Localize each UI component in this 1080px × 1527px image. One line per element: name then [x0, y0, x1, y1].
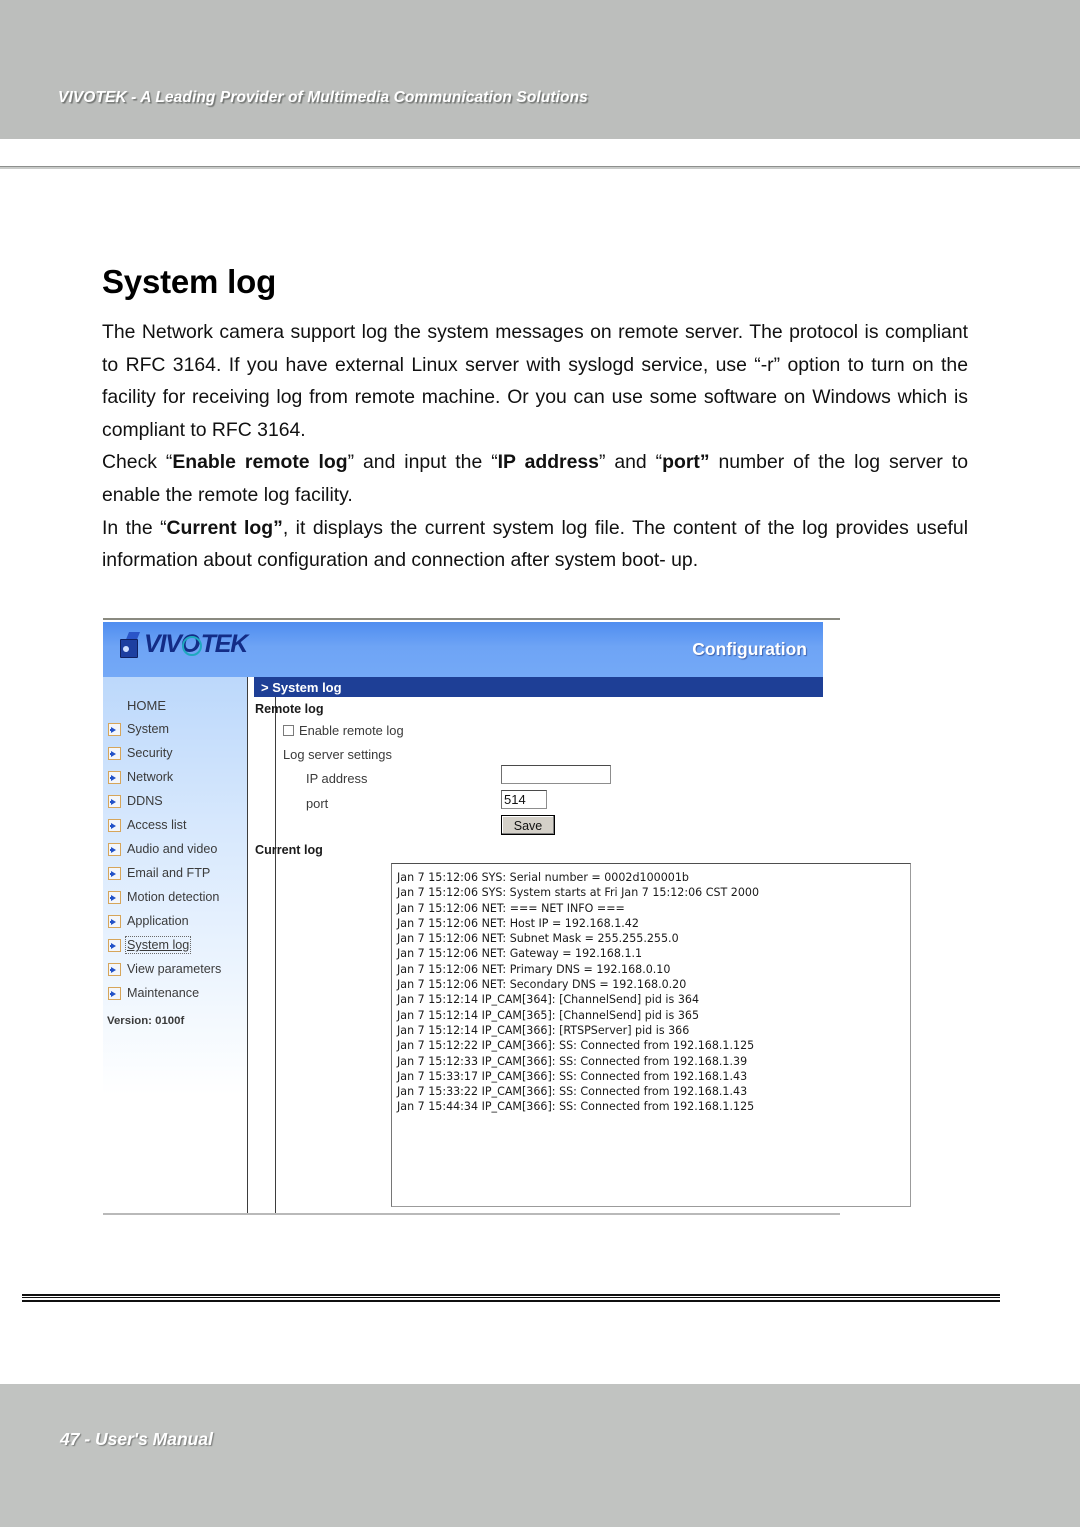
p2-text-3: ” and “: [598, 451, 663, 474]
arrow-icon: [108, 794, 121, 808]
ip-address-input[interactable]: [501, 765, 611, 784]
sidebar-item-email-and-ftp[interactable]: Email and FTP: [103, 861, 248, 885]
body-copy: The Network camera support log the syste…: [102, 316, 968, 577]
sidebar-item-maintenance[interactable]: Maintenance: [103, 981, 248, 1005]
p3-bold-current-log: Current log”: [166, 516, 283, 539]
footer-divider-rule: [22, 1294, 1000, 1302]
enable-remote-log-label: Enable remote log: [299, 723, 404, 738]
sidebar-item-label: Network: [127, 770, 174, 784]
sidebar-item-label: System log: [124, 936, 192, 954]
arrow-icon: [108, 962, 121, 976]
logo-text-viv: VIV: [144, 630, 182, 658]
port-input[interactable]: [501, 790, 547, 809]
sidebar-item-security[interactable]: Security: [103, 741, 248, 765]
vivotek-logo: VIVOTEK: [120, 630, 249, 658]
sidebar-item-application[interactable]: Application: [103, 909, 248, 933]
sidebar-item-system[interactable]: System: [103, 717, 248, 741]
sidebar-item-label: Email and FTP: [127, 866, 211, 880]
sidebar-item-label: HOME: [127, 697, 166, 713]
footer-text: 47 - User's Manual: [60, 1429, 213, 1449]
logo-text-tek: TEK: [200, 630, 249, 658]
app-header: VIVOTEK Configuration: [103, 622, 823, 677]
footer-band: [0, 1384, 1080, 1527]
save-button[interactable]: Save: [501, 815, 555, 835]
paragraph-1: The Network camera support log the syste…: [102, 321, 968, 441]
arrow-icon: [108, 842, 121, 856]
running-header-band: VIVOTEK - A Leading Provider of Multimed…: [0, 0, 1080, 139]
sidebar-item-label: Audio and video: [127, 842, 218, 856]
sidebar-item-motion-detection[interactable]: Motion detection: [103, 885, 248, 909]
sidebar-item-label: Application: [127, 914, 189, 928]
sidebar-item-access-list[interactable]: Access list: [103, 813, 248, 837]
configuration-label[interactable]: Configuration: [692, 639, 807, 660]
sidebar-item-label: System: [127, 722, 169, 736]
ip-address-label: IP address: [306, 771, 368, 786]
enable-remote-log-checkbox[interactable]: [283, 725, 294, 736]
arrow-icon: [108, 914, 121, 928]
sidebar-item-ddns[interactable]: DDNS: [103, 789, 248, 813]
arrow-icon: [108, 770, 121, 784]
arrow-icon: [108, 986, 121, 1000]
port-label: port: [306, 796, 329, 811]
arrow-icon: [108, 746, 121, 760]
p3-text-1: In the “: [102, 516, 167, 539]
arrow-icon: [108, 890, 121, 904]
breadcrumb-text: > System log: [261, 680, 342, 695]
pane-divider: [275, 697, 276, 1213]
arrow-icon: [108, 818, 121, 832]
log-server-settings-label: Log server settings: [283, 747, 392, 762]
sidebar-item-home[interactable]: HOME: [103, 693, 248, 717]
sidebar-menu: HOME System Security Network DDNS Access: [103, 693, 248, 1005]
current-log-text: Jan 7 15:12:06 SYS: Serial number = 0002…: [397, 871, 760, 1114]
p2-bold-enable-remote-log: Enable remote log: [172, 451, 348, 474]
p2-text-2: ” and input the “: [347, 451, 498, 474]
paragraph-2: Check “Enable remote log” and input the …: [102, 446, 968, 511]
p2-text-1: Check “: [102, 451, 173, 474]
current-log-textarea[interactable]: Jan 7 15:12:06 SYS: Serial number = 0002…: [391, 863, 911, 1207]
sidebar-item-label: Motion detection: [127, 890, 220, 904]
paragraph-3: In the “Current log”, it displays the cu…: [102, 512, 968, 577]
sidebar-item-label: DDNS: [127, 794, 163, 808]
sidebar-item-label: View parameters: [127, 962, 222, 976]
remote-log-heading: Remote log: [255, 702, 324, 716]
sidebar-item-label: Maintenance: [127, 986, 200, 1000]
camera-icon: [120, 632, 141, 658]
sidebar-item-audio-and-video[interactable]: Audio and video: [103, 837, 248, 861]
p2-bold-ip-address: IP address: [497, 451, 599, 474]
screenshot-bottom-edge: [103, 1213, 840, 1215]
sidebar-item-label: Access list: [127, 818, 187, 832]
embedded-screenshot: VIVOTEK Configuration HOME System Securi…: [103, 618, 911, 1215]
logo-o-ring-icon: O: [180, 630, 202, 658]
logo-wordmark: VIVOTEK: [144, 630, 249, 658]
arrow-icon: [108, 866, 121, 880]
sidebar: HOME System Security Network DDNS Access: [103, 677, 248, 1213]
content-pane: > System log Remote log Enable remote lo…: [249, 677, 911, 1213]
page-title: System log: [102, 263, 277, 301]
arrow-icon: [108, 722, 121, 736]
header-divider-rule: [0, 166, 1080, 169]
firmware-version-label: Version: 0100f: [107, 1015, 185, 1027]
sidebar-item-view-parameters[interactable]: View parameters: [103, 957, 248, 981]
sidebar-item-label: Security: [127, 746, 173, 760]
enable-remote-log-row[interactable]: Enable remote log: [283, 723, 404, 738]
p2-bold-port: port”: [662, 451, 710, 474]
running-header-text: VIVOTEK - A Leading Provider of Multimed…: [58, 89, 588, 106]
arrow-icon: [108, 938, 121, 952]
current-log-heading: Current log: [255, 843, 323, 857]
breadcrumb-bar: > System log: [254, 677, 823, 697]
sidebar-item-network[interactable]: Network: [103, 765, 248, 789]
sidebar-item-system-log[interactable]: System log: [103, 933, 248, 957]
